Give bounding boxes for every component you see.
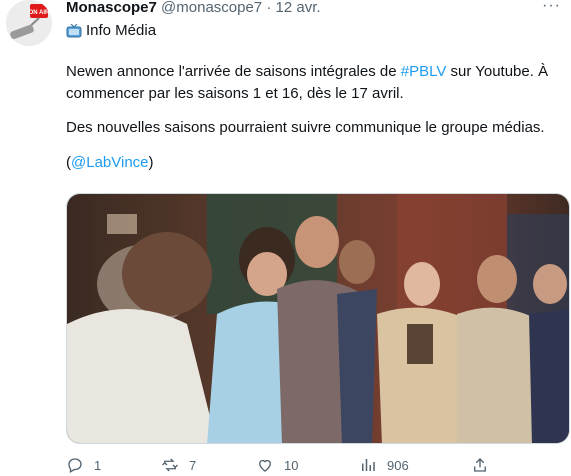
retweet-count: 7 [189, 457, 197, 473]
author-handle[interactable]: @monascope7 [161, 0, 262, 16]
retweet-icon [162, 458, 178, 472]
retweet-action[interactable]: 7 [161, 456, 196, 474]
heart-icon [259, 459, 271, 472]
author-name[interactable]: Monascope7 [66, 0, 157, 16]
svg-text:ON AIR: ON AIR [29, 10, 50, 16]
hashtag-link[interactable]: #PBLV [401, 63, 447, 80]
avatar[interactable]: ON AIR [6, 0, 52, 46]
like-count: 10 [284, 457, 299, 473]
tweet-paragraph-2: Des nouvelles saisons pourraient suivre … [66, 119, 545, 136]
television-icon [66, 23, 82, 38]
tweet-photo[interactable] [66, 193, 570, 444]
share-icon [474, 458, 486, 472]
separator-dot: · [266, 0, 272, 16]
more-options-icon[interactable]: ··· [542, 0, 561, 15]
category-label: Info Média [86, 22, 157, 39]
tweet-paragraph-1: Newen annonce l'arrivée de saisons intég… [66, 61, 561, 105]
share-action[interactable] [471, 456, 489, 474]
category-line: Info Média [66, 21, 156, 41]
text-segment: Newen annonce l'arrivée de saisons intég… [66, 63, 401, 80]
views-icon [362, 459, 375, 471]
views-count: 906 [387, 457, 409, 473]
tweet-date[interactable]: 12 avr. [276, 0, 321, 16]
tweet-header: Monascope7 @monascope7 · 12 avr. [66, 0, 321, 18]
tweet-actions: 1 7 10 906 [66, 456, 506, 476]
reply-action[interactable]: 1 [66, 456, 101, 474]
mention-link[interactable]: @LabVince [71, 154, 149, 171]
text-segment: ) [148, 154, 154, 171]
reply-icon [68, 458, 82, 473]
like-action[interactable]: 10 [256, 456, 298, 474]
tweet-paragraph-3: (@LabVince) [66, 152, 561, 174]
views-action[interactable]: 906 [359, 456, 409, 474]
tweet-text: Newen annonce l'arrivée de saisons intég… [66, 61, 561, 174]
reply-count: 1 [94, 457, 102, 473]
